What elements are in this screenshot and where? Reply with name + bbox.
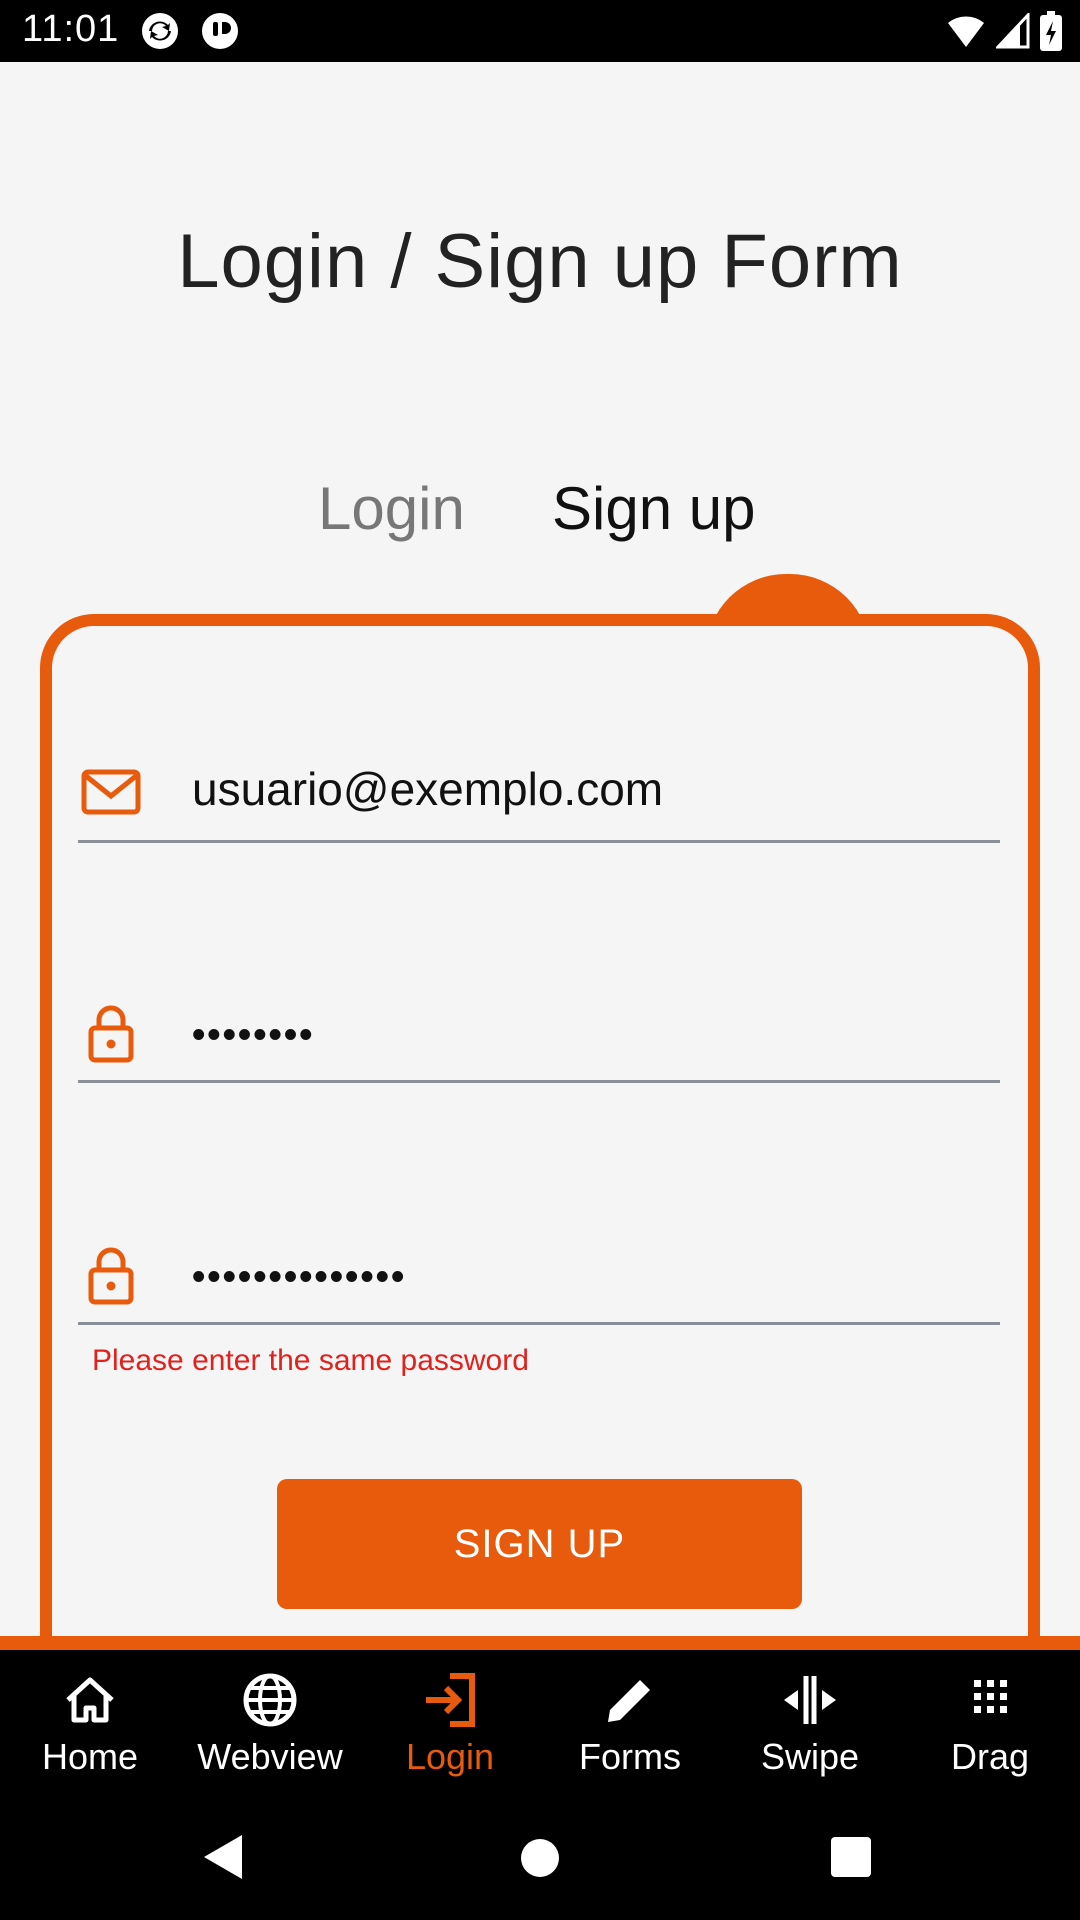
recents-icon[interactable]: [830, 1836, 872, 1878]
grid-icon: [974, 1680, 1007, 1713]
home-icon: [66, 1677, 114, 1723]
lock-icon: [88, 1247, 134, 1305]
confirm-password-input[interactable]: ••••••••••••••: [192, 1256, 406, 1299]
confirm-password-field[interactable]: ••••••••••••••: [78, 1232, 1000, 1325]
system-nav-bar: [0, 1800, 1080, 1920]
status-time: 11:01: [22, 8, 120, 50]
swipe-icon: [784, 1676, 836, 1724]
password-mismatch-error: Please enter the same password: [92, 1344, 529, 1377]
lock-icon: [88, 1005, 134, 1063]
password-field[interactable]: ••••••••: [78, 990, 1000, 1083]
password-input[interactable]: ••••••••: [192, 1014, 314, 1057]
globe-icon: [243, 1673, 297, 1727]
nav-label: Forms: [579, 1736, 681, 1777]
nav-item-login[interactable]: Login: [360, 1650, 540, 1800]
nav-item-drag[interactable]: Drag: [900, 1650, 1080, 1800]
email-input[interactable]: usuario@exemplo.com: [192, 762, 663, 816]
nav-item-swipe[interactable]: Swipe: [720, 1650, 900, 1800]
page-title: Login / Sign up Form: [177, 219, 903, 304]
bottom-nav: Home Webview Login Forms Swipe Drag: [0, 1650, 1080, 1800]
nav-divider: [0, 1636, 1080, 1650]
nav-label: Home: [41, 1736, 139, 1777]
signal-icon: [996, 13, 1030, 49]
back-icon[interactable]: [200, 1832, 246, 1882]
nav-label: Login: [405, 1736, 495, 1777]
status-icons: [946, 10, 1062, 52]
pencil-icon: [608, 1680, 650, 1722]
nav-label: Webview: [197, 1736, 343, 1777]
tab-signup[interactable]: Sign up: [552, 474, 756, 543]
app-notification-icon: [202, 13, 238, 49]
mail-icon: [81, 769, 141, 815]
status-bar: 11:01: [0, 0, 1080, 62]
email-field[interactable]: usuario@exemplo.com: [78, 750, 1000, 843]
signup-button[interactable]: SIGN UP: [277, 1479, 802, 1609]
tab-login[interactable]: Login: [318, 474, 465, 543]
nav-label: Swipe: [760, 1736, 860, 1777]
nav-item-webview[interactable]: Webview: [180, 1650, 360, 1800]
nav-item-forms[interactable]: Forms: [540, 1650, 720, 1800]
nav-item-home[interactable]: Home: [0, 1650, 180, 1800]
wifi-icon: [948, 16, 984, 47]
battery-icon: [1040, 11, 1062, 51]
login-icon: [426, 1673, 475, 1727]
home-button-icon[interactable]: [520, 1838, 560, 1878]
sync-icon: [142, 13, 178, 49]
nav-label: Drag: [950, 1736, 1030, 1777]
